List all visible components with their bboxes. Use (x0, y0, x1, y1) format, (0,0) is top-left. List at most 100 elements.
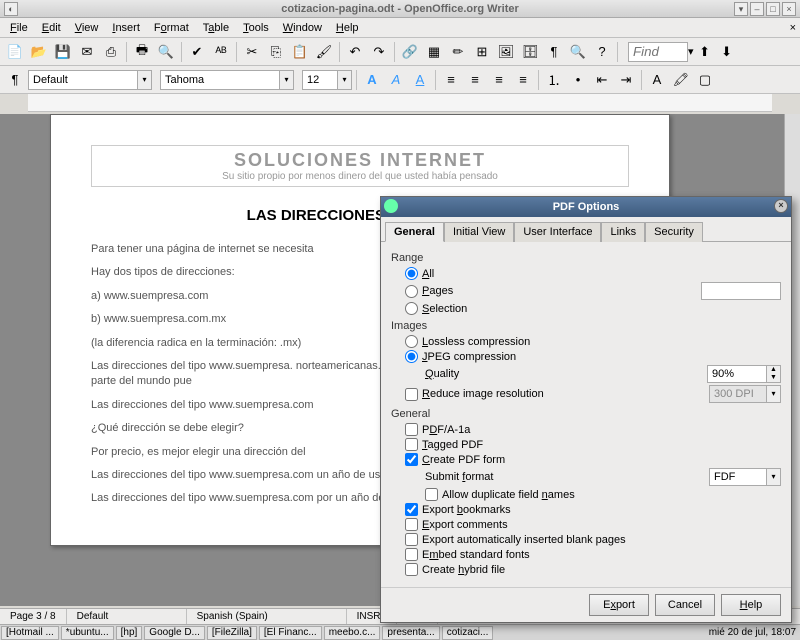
window-minimize-icon[interactable]: – (750, 2, 764, 16)
taskbar-item[interactable]: Google D... (144, 626, 205, 640)
horizontal-ruler[interactable] (28, 94, 772, 112)
table-icon[interactable]: ▦ (423, 41, 445, 63)
menu-tools[interactable]: Tools (237, 20, 275, 36)
menu-file[interactable]: File (4, 20, 34, 36)
taskbar-item[interactable]: [Hotmail ... (1, 626, 59, 640)
zoom-icon[interactable]: 🔍 (567, 41, 589, 63)
check-tagged-pdf[interactable]: Tagged PDF (405, 438, 483, 451)
menu-insert[interactable]: Insert (106, 20, 146, 36)
menu-edit[interactable]: Edit (36, 20, 67, 36)
radio-range-selection[interactable]: Selection (405, 302, 467, 315)
tab-general[interactable]: General (385, 222, 444, 242)
indent-dec-icon[interactable]: ⇤ (591, 69, 613, 91)
underline-icon[interactable]: A (409, 69, 431, 91)
taskbar-item[interactable]: [El Financ... (259, 626, 322, 640)
menu-table[interactable]: Table (197, 20, 235, 36)
styles-icon[interactable]: ¶ (4, 69, 26, 91)
gallery-icon[interactable]: 🖼 (495, 41, 517, 63)
tab-user-interface[interactable]: User Interface (514, 222, 601, 242)
align-left-icon[interactable]: ≡ (440, 69, 462, 91)
open-icon[interactable]: 📂 (28, 41, 50, 63)
help-icon[interactable]: ? (591, 41, 613, 63)
radio-lossless[interactable]: Lossless compression (405, 335, 530, 348)
find-input[interactable] (628, 42, 688, 62)
draw-icon[interactable]: ✏ (447, 41, 469, 63)
tab-links[interactable]: Links (601, 222, 645, 242)
taskbar-item[interactable]: meebo.c... (324, 626, 381, 640)
list-bullet-icon[interactable]: • (567, 69, 589, 91)
dialog-close-icon[interactable]: × (774, 199, 788, 213)
bold-icon[interactable]: A (361, 69, 383, 91)
taskbar-item[interactable]: [FileZilla] (207, 626, 257, 640)
tab-initial-view[interactable]: Initial View (444, 222, 514, 242)
window-close-icon[interactable]: × (782, 2, 796, 16)
chevron-down-icon[interactable]: ▾ (338, 70, 352, 90)
help-button[interactable]: Help (721, 594, 781, 616)
taskbar-item[interactable]: [hp] (116, 626, 143, 640)
radio-jpeg[interactable]: JPEG compression (405, 350, 516, 363)
undo-icon[interactable]: ↶ (344, 41, 366, 63)
clone-format-icon[interactable]: 🖌 (313, 41, 335, 63)
find-prev-icon[interactable]: ⬆ (694, 41, 716, 63)
menu-window[interactable]: Window (277, 20, 328, 36)
chevron-down-icon[interactable]: ▾ (280, 70, 294, 90)
cut-icon[interactable]: ✂ (241, 41, 263, 63)
nonprint-icon[interactable]: ¶ (543, 41, 565, 63)
check-export-blank-pages[interactable]: Export automatically inserted blank page… (405, 533, 626, 546)
align-center-icon[interactable]: ≡ (464, 69, 486, 91)
new-doc-icon[interactable]: 📄 (4, 41, 26, 63)
font-name-select[interactable] (160, 70, 280, 90)
paste-icon[interactable]: 📋 (289, 41, 311, 63)
print-icon[interactable]: 🖶 (131, 41, 153, 63)
align-right-icon[interactable]: ≡ (488, 69, 510, 91)
cancel-button[interactable]: Cancel (655, 594, 715, 616)
menu-view[interactable]: View (69, 20, 105, 36)
chevron-down-icon[interactable]: ▾ (138, 70, 152, 90)
align-justify-icon[interactable]: ≡ (512, 69, 534, 91)
navigator-icon[interactable]: ⊞ (471, 41, 493, 63)
auto-spell-icon[interactable]: ᴬᴮ (210, 41, 232, 63)
menu-format[interactable]: Format (148, 20, 195, 36)
font-size-select[interactable] (302, 70, 338, 90)
check-embed-fonts[interactable]: Embed standard fonts (405, 548, 530, 561)
indent-inc-icon[interactable]: ⇥ (615, 69, 637, 91)
export-button[interactable]: Export (589, 594, 649, 616)
tab-security[interactable]: Security (645, 222, 703, 242)
taskbar-item[interactable]: *ubuntu... (61, 626, 114, 640)
check-duplicate-names[interactable]: Allow duplicate field names (425, 488, 575, 501)
hyperlink-icon[interactable]: 🔗 (399, 41, 421, 63)
bg-color-icon[interactable]: ▢ (694, 69, 716, 91)
pages-input[interactable] (701, 282, 781, 300)
font-color-icon[interactable]: A (646, 69, 668, 91)
datasource-icon[interactable]: 🗄 (519, 41, 541, 63)
mdi-close-icon[interactable]: × (790, 22, 796, 34)
redo-icon[interactable]: ↷ (368, 41, 390, 63)
dialog-titlebar[interactable]: PDF Options × (381, 197, 791, 217)
window-restore-icon[interactable]: ▾ (734, 2, 748, 16)
check-create-form[interactable]: Create PDF form (405, 453, 505, 466)
taskbar-item[interactable]: cotizaci... (442, 626, 494, 640)
email-icon[interactable]: ✉ (76, 41, 98, 63)
save-icon[interactable]: 💾 (52, 41, 74, 63)
italic-icon[interactable]: A (385, 69, 407, 91)
check-export-comments[interactable]: Export comments (405, 518, 508, 531)
find-next-icon[interactable]: ⬇ (716, 41, 738, 63)
preview-icon[interactable]: 🔍 (155, 41, 177, 63)
paragraph-style-select[interactable] (28, 70, 138, 90)
spellcheck-icon[interactable]: ✔ (186, 41, 208, 63)
list-numbered-icon[interactable]: ⒈ (543, 69, 565, 91)
pdf-export-icon[interactable]: ⎙ (100, 41, 122, 63)
highlight-icon[interactable]: 🖍 (670, 69, 692, 91)
check-pdfa[interactable]: PDF/A-1a (405, 423, 470, 436)
radio-range-pages[interactable]: Pages (405, 285, 453, 298)
copy-icon[interactable]: ⎘ (265, 41, 287, 63)
quality-spinner[interactable]: ▲▼ (707, 365, 781, 383)
check-export-bookmarks[interactable]: Export bookmarks (405, 503, 511, 516)
radio-range-all[interactable]: All (405, 267, 434, 280)
submit-format-select[interactable]: ▾ (709, 468, 781, 486)
window-maximize-icon[interactable]: □ (766, 2, 780, 16)
taskbar-item[interactable]: presenta... (382, 626, 439, 640)
status-language[interactable]: Spanish (Spain) (187, 609, 347, 624)
check-hybrid-file[interactable]: Create hybrid file (405, 563, 505, 576)
check-reduce-resolution[interactable]: Reduce image resolution (405, 388, 544, 401)
